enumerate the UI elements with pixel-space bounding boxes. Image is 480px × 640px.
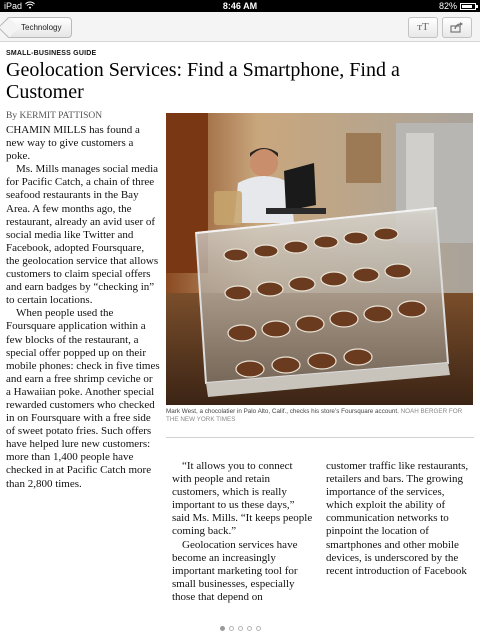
article-column-2: “It allows you to connect with people an… bbox=[172, 460, 314, 604]
page-dot-3[interactable] bbox=[237, 626, 243, 631]
share-button[interactable] bbox=[442, 17, 472, 38]
page-indicator[interactable] bbox=[0, 626, 480, 631]
article-photo[interactable] bbox=[166, 113, 473, 405]
status-time: 8:46 AM bbox=[222, 1, 258, 11]
font-size-icon: ᴛT bbox=[417, 21, 429, 33]
paragraph: Ms. Mills manages social media for Pacif… bbox=[6, 163, 159, 307]
paragraph: CHAMIN MILLS has found a new way to give… bbox=[6, 124, 140, 163]
status-bar: iPad 8:46 AM 82% bbox=[0, 0, 480, 12]
article-column-3: customer traffic like restaurants, retai… bbox=[326, 460, 472, 578]
paragraph: Geolocation services have become an incr… bbox=[172, 538, 298, 603]
page-dot-1[interactable] bbox=[219, 626, 225, 631]
back-button-label: Technology bbox=[21, 23, 62, 32]
photo-caption: Mark West, a chocolatier in Palo Alto, C… bbox=[166, 408, 474, 424]
divider bbox=[166, 437, 474, 438]
article-column-1: CHAMIN MILLS has found a new way to give… bbox=[6, 124, 160, 491]
share-icon bbox=[450, 22, 464, 36]
font-size-button[interactable]: ᴛT bbox=[408, 17, 438, 38]
paragraph: When people used the Foursquare applicat… bbox=[6, 307, 160, 490]
paragraph: customer traffic like restaurants, retai… bbox=[326, 460, 469, 577]
article-headline: Geolocation Services: Find a Smartphone,… bbox=[6, 59, 400, 103]
battery-icon bbox=[460, 2, 478, 10]
paragraph: “It allows you to connect with people an… bbox=[172, 460, 313, 538]
battery-percent: 82% bbox=[438, 1, 457, 11]
section-kicker: SMALL-BUSINESS GUIDE bbox=[6, 50, 97, 57]
article-toolbar: Technology ᴛT bbox=[0, 12, 480, 42]
caption-text: Mark West, a chocolatier in Palo Alto, C… bbox=[166, 408, 399, 415]
back-button[interactable]: Technology bbox=[6, 17, 73, 38]
page-dot-2[interactable] bbox=[228, 626, 234, 631]
page-dot-5[interactable] bbox=[255, 626, 261, 631]
page-dot-4[interactable] bbox=[246, 626, 252, 631]
article-byline: By KERMIT PATTISON bbox=[6, 111, 103, 121]
